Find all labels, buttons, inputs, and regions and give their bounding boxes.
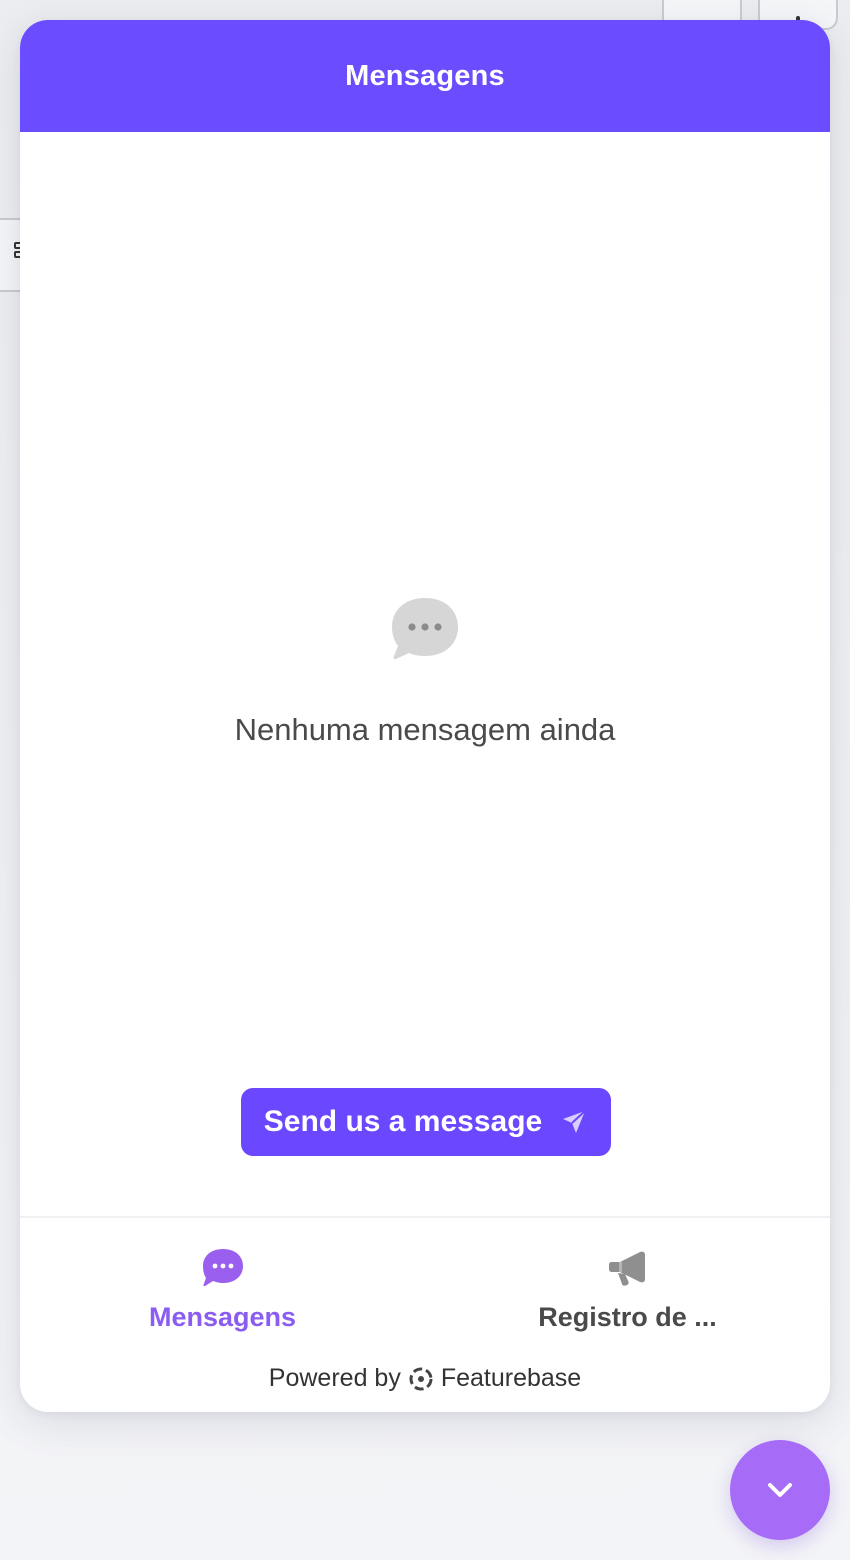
send-message-label: Send us a message — [263, 1105, 543, 1138]
chat-bubble-ellipsis-icon — [392, 598, 458, 660]
send-message-button[interactable]: Send us a message — [241, 1088, 611, 1156]
chevron-down-icon — [768, 1483, 792, 1497]
tab-changelog-label: Registro de ... — [538, 1302, 717, 1332]
messages-widget-panel: Mensagens Nenhuma mensagem ainda Send us… — [20, 20, 830, 1412]
widget-title: Mensagens — [345, 59, 505, 92]
megaphone-icon — [608, 1251, 645, 1286]
powered-by-prefix: Powered by — [268, 1364, 401, 1392]
tab-messages-label: Mensagens — [148, 1302, 297, 1332]
powered-by[interactable]: Powered by Featurebase — [20, 1364, 830, 1393]
paper-plane-icon — [563, 1110, 586, 1133]
empty-state: Nenhuma mensagem ainda — [20, 596, 830, 748]
featurebase-logo-icon — [409, 1367, 433, 1390]
widget-footer: Mensagens Registro de ... Powered by Fea… — [20, 1216, 830, 1412]
featurebase-brand: Featurebase — [440, 1364, 582, 1392]
chat-bubble-icon — [202, 1249, 243, 1287]
widget-launcher-button[interactable] — [730, 1440, 830, 1540]
tab-changelog[interactable]: Registro de ... — [425, 1248, 830, 1333]
widget-header: Mensagens — [20, 20, 830, 132]
empty-state-text: Nenhuma mensagem ainda — [234, 712, 616, 747]
tab-messages[interactable]: Mensagens — [20, 1248, 425, 1333]
messages-body: Nenhuma mensagem ainda Send us a message — [20, 132, 830, 1216]
